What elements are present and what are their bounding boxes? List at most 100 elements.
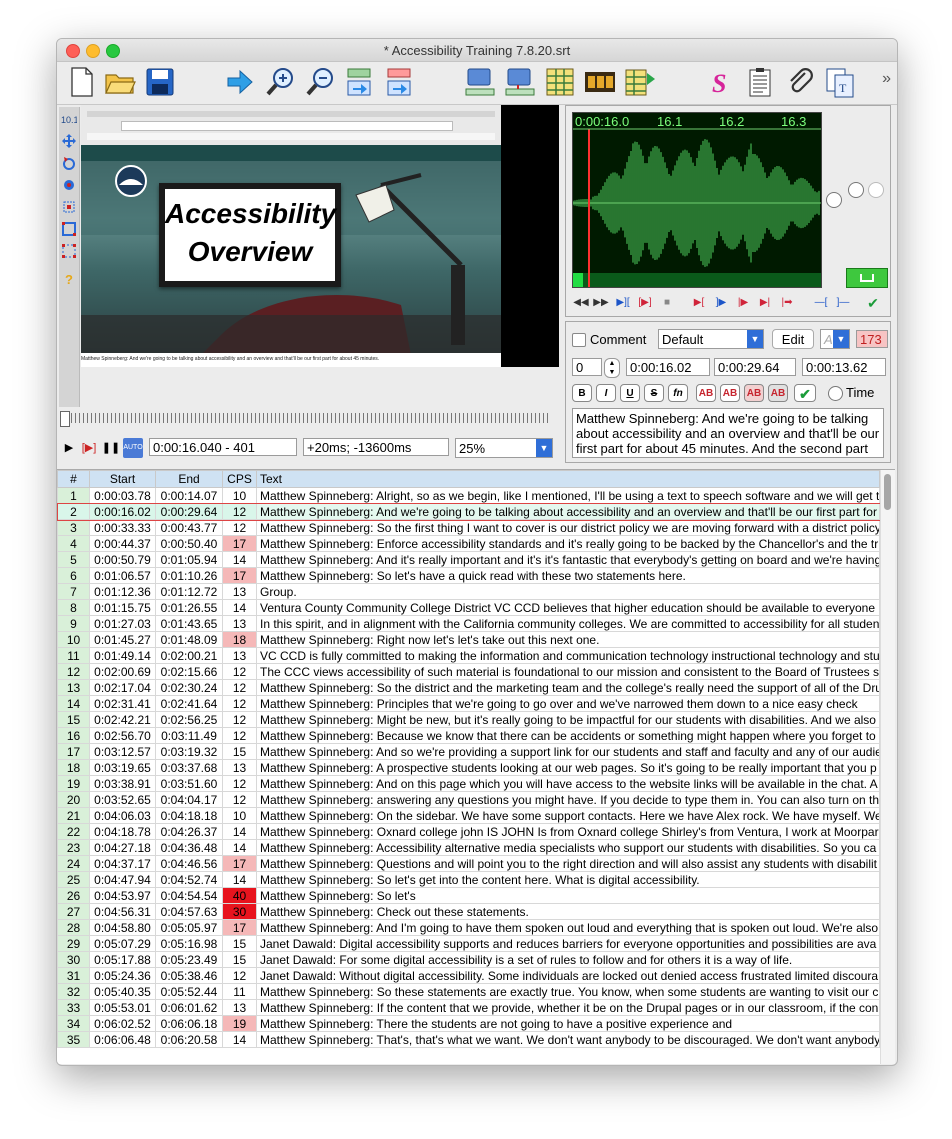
auto-button[interactable]: AUTO xyxy=(123,438,143,458)
shadow-color-button[interactable]: AB xyxy=(768,384,788,402)
column-header-end[interactable]: End xyxy=(155,470,223,488)
table-row[interactable]: 18 0:03:19.65 0:03:37.68 13 Matthew Spinnebe… xyxy=(57,759,880,776)
zoom-in-icon[interactable] xyxy=(263,65,297,99)
snap-start-icon[interactable]: |▶ xyxy=(734,294,752,312)
drawing-icon[interactable] xyxy=(61,243,77,259)
duration-field[interactable]: 0:00:13.62 xyxy=(802,358,886,376)
grid-scrollbar-thumb[interactable] xyxy=(884,474,891,510)
waveform-display[interactable]: 0:00:16.0 16.1 16.2 16.3 xyxy=(572,112,822,288)
edit-style-button[interactable]: Edit xyxy=(772,329,814,349)
column-header-start[interactable]: Start xyxy=(89,470,156,488)
time-radio[interactable] xyxy=(828,386,843,401)
table-row[interactable]: 7 0:01:12.36 0:01:12.72 13 Group. xyxy=(57,583,880,600)
table-export-icon[interactable] xyxy=(623,65,657,99)
pause-icon[interactable]: ❚❚ xyxy=(101,438,121,458)
table-row[interactable]: 19 0:03:38.91 0:03:51.60 12 Matthew Spinnebe… xyxy=(57,775,880,792)
actor-select[interactable]: A ▼ xyxy=(820,329,850,349)
table-row[interactable]: 11 0:01:49.14 0:02:00.21 13 VC CCD is fully … xyxy=(57,647,880,664)
wave-zoom-circle-1[interactable] xyxy=(826,192,842,208)
column-header-text[interactable]: Text xyxy=(256,470,880,488)
go-to-icon[interactable] xyxy=(223,65,257,99)
play-line-icon[interactable]: [▶] xyxy=(636,294,654,312)
play-selection-icon[interactable]: [▶] xyxy=(79,438,99,458)
secondary-color-button[interactable]: AB xyxy=(720,384,740,402)
commit-arrow-icon[interactable]: |➡ xyxy=(778,294,796,312)
wave-zoom-circle-2[interactable] xyxy=(848,182,864,198)
lead-in-icon[interactable]: —[ xyxy=(812,294,830,312)
table-row[interactable]: 34 0:06:02.52 0:06:06.18 19 Matthew Spinnebe… xyxy=(57,1015,880,1032)
table-row[interactable]: 26 0:04:53.97 0:04:54.54 40 Matthew Spinnebe… xyxy=(57,887,880,904)
table-row[interactable]: 23 0:04:27.18 0:04:36.48 14 Matthew Spinnebe… xyxy=(57,839,880,856)
table-row[interactable]: 2 0:00:16.02 0:00:29.64 12 Matthew Spinneber… xyxy=(57,502,881,521)
strikeout-button[interactable]: S xyxy=(644,384,664,402)
outline-color-button[interactable]: AB xyxy=(744,384,764,402)
table-row[interactable]: 29 0:05:07.29 0:05:16.98 15 Janet Dawald: Di… xyxy=(57,935,880,952)
end-time-field[interactable]: 0:00:29.64 xyxy=(714,358,796,376)
snap-end-icon[interactable]: ▶| xyxy=(756,294,774,312)
table-row[interactable]: 1 0:00:03.78 0:00:14.07 10 Matthew Spinneber… xyxy=(57,487,880,504)
table-row[interactable]: 16 0:02:56.70 0:03:11.49 12 Matthew Spinnebe… xyxy=(57,727,880,744)
style-select[interactable]: Default ▼ xyxy=(658,329,764,349)
primary-color-button[interactable]: AB xyxy=(696,384,716,402)
attachment-icon[interactable] xyxy=(783,65,817,99)
table-row[interactable]: 20 0:03:52.65 0:04:04.17 12 Matthew Spinnebe… xyxy=(57,791,880,808)
toolbar-overflow-button[interactable]: » xyxy=(882,70,891,88)
table-row[interactable]: 35 0:06:06.48 0:06:20.58 14 Matthew Spinnebe… xyxy=(57,1031,880,1048)
comment-checkbox[interactable] xyxy=(572,333,586,347)
table-row[interactable]: 31 0:05:24.36 0:05:38.46 12 Janet Dawald: Wi… xyxy=(57,967,880,984)
translate-icon[interactable]: T xyxy=(823,65,857,99)
font-button[interactable]: fn xyxy=(668,384,688,402)
save-icon[interactable] xyxy=(143,65,177,99)
grid-scrollbar[interactable] xyxy=(880,470,895,1064)
video-position-field[interactable]: 0:00:16.040 - 401 xyxy=(149,438,297,456)
table-row[interactable]: 10 0:01:45.27 0:01:48.09 18 Matthew Spinnebe… xyxy=(57,631,880,648)
table-row[interactable]: 28 0:04:58.80 0:05:05.97 17 Matthew Spinnebe… xyxy=(57,919,880,936)
table-row[interactable]: 27 0:04:56.31 0:04:57.63 30 Matthew Spinnebe… xyxy=(57,903,880,920)
video-seek-bar[interactable] xyxy=(59,411,555,427)
layer-field[interactable]: 0 xyxy=(572,358,602,376)
start-time-field[interactable]: 0:00:16.02 xyxy=(626,358,710,376)
play-icon[interactable]: ▶ xyxy=(59,438,79,458)
lead-out-icon[interactable]: ]— xyxy=(834,294,852,312)
underline-button[interactable]: U xyxy=(620,384,640,402)
import-icon[interactable] xyxy=(343,65,377,99)
table-row[interactable]: 33 0:05:53.01 0:06:01.62 13 Matthew Spinnebe… xyxy=(57,999,880,1016)
set-start-icon[interactable]: ▶[ xyxy=(690,294,708,312)
table-row[interactable]: 12 0:02:00.69 0:02:15.66 12 The CCC views ac… xyxy=(57,663,880,680)
video-offset-field[interactable]: +20ms; -13600ms xyxy=(303,438,449,456)
column-header-cps[interactable]: CPS xyxy=(222,470,257,488)
layout-1-icon[interactable] xyxy=(463,65,497,99)
commit-check-icon[interactable]: ✔ xyxy=(864,294,882,312)
table-row[interactable]: 22 0:04:18.78 0:04:26.37 14 Matthew Spinnebe… xyxy=(57,823,880,840)
table-row[interactable]: 5 0:00:50.79 0:01:05.94 14 Matthew Spinneber… xyxy=(57,551,880,568)
commit-check-icon[interactable]: ✔ xyxy=(794,384,816,402)
stop-icon[interactable]: ■ xyxy=(658,294,676,312)
forward-icon[interactable]: ▶▶ xyxy=(592,294,610,312)
video-frame-icon[interactable] xyxy=(583,65,617,99)
vector-clip-icon[interactable] xyxy=(61,221,77,237)
waveform-toggle-button[interactable] xyxy=(846,268,888,288)
frame-rate-icon[interactable]: 10.1 xyxy=(61,111,79,127)
help-icon[interactable]: ? xyxy=(61,271,77,287)
new-file-icon[interactable] xyxy=(65,65,99,99)
table-view-icon[interactable] xyxy=(543,65,577,99)
video-zoom-select[interactable]: 25% ▼ xyxy=(455,438,553,458)
table-row[interactable]: 6 0:01:06.57 0:01:10.26 17 Matthew Spinneber… xyxy=(57,567,880,584)
subtitle-text-editor[interactable]: Matthew Spinneberg: And we're going to b… xyxy=(572,408,884,458)
notes-icon[interactable] xyxy=(743,65,777,99)
set-end-icon[interactable]: ]▶ xyxy=(712,294,730,312)
table-row[interactable]: 4 0:00:44.37 0:00:50.40 17 Matthew Spinneber… xyxy=(57,535,880,552)
open-folder-icon[interactable] xyxy=(103,65,137,99)
zoom-out-icon[interactable] xyxy=(303,65,337,99)
rewind-icon[interactable]: ◀◀ xyxy=(572,294,590,312)
table-row[interactable]: 25 0:04:47.94 0:04:52.74 14 Matthew Spinnebe… xyxy=(57,871,880,888)
table-row[interactable]: 24 0:04:37.17 0:04:46.56 17 Matthew Spinnebe… xyxy=(57,855,880,872)
spell-check-icon[interactable]: S xyxy=(703,65,737,99)
column-header-number[interactable]: # xyxy=(57,470,90,488)
italic-button[interactable]: I xyxy=(596,384,616,402)
table-row[interactable]: 17 0:03:12.57 0:03:19.32 15 Matthew Spinnebe… xyxy=(57,743,880,760)
layout-2-icon[interactable] xyxy=(503,65,537,99)
table-row[interactable]: 30 0:05:17.88 0:05:23.49 15 Janet Dawald: Fo… xyxy=(57,951,880,968)
layer-stepper[interactable]: ▲ ▼ xyxy=(604,358,620,378)
table-row[interactable]: 8 0:01:15.75 0:01:26.55 14 Ventura County Co… xyxy=(57,599,880,616)
